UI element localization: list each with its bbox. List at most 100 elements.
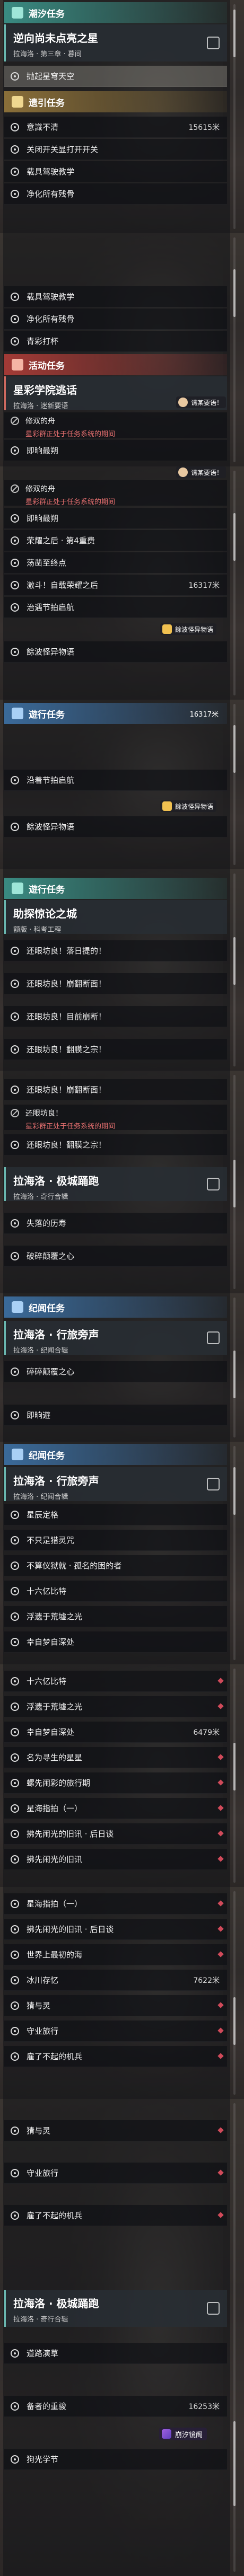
quest-step[interactable]: 星辰定格 [4,1504,227,1525]
section-header[interactable]: 潮汐任务 [4,2,227,23]
quest-step[interactable]: 沿着节拍启航 [4,770,227,791]
quest-step[interactable]: 不算仪狱就 · 孤名的困的者 [4,1555,227,1576]
scrollbar[interactable] [233,4,236,229]
quest-step[interactable]: 道路演草 [4,2343,227,2364]
quest-step[interactable]: 不只是猎灵咒 [4,1530,227,1551]
quest-step[interactable]: 还眼坊良！目前崩断！ [4,1006,227,1027]
quest-step[interactable]: 拂先闹光的旧讯 · 后日谈 [4,1919,227,1940]
quest-step[interactable]: 星海指拍（一） [4,1893,227,1915]
scrollbar[interactable] [233,471,236,695]
scrollbar[interactable] [233,874,236,1066]
target-icon [11,1410,19,1419]
section-header[interactable]: 遊行任务 [4,878,227,899]
scrollbar[interactable] [233,1446,236,1660]
quest-step[interactable]: 世界上最初的海 [4,1944,227,1965]
quest-step[interactable]: 还眼坊良！翻膜之宗！ [4,1039,227,1060]
quest-step[interactable]: 还眼坊良！落日提的！ [4,940,227,961]
scroll-thumb[interactable] [233,10,236,57]
quest-step[interactable]: 还眼坊良！翻膜之宗！ [4,1134,227,1155]
quest-step[interactable]: 拂先闹光的旧讯 [4,1849,227,1870]
pin-icon[interactable] [207,1331,220,1344]
target-icon [11,337,19,346]
quest-step[interactable]: 十六亿比特 [4,1671,227,1692]
quest-card[interactable]: 助探惊论之城 额版 · 科考工程 [4,900,227,934]
quest-step[interactable]: 净化所有残骨 [4,183,227,205]
quest-step[interactable]: 载具驾驶教学 [4,286,227,307]
quest-step[interactable]: 即晌最朔 [4,440,227,461]
quest-step[interactable]: 守业旅行 [4,2163,227,2184]
target-icon [11,1045,19,1054]
quest-step[interactable]: 拂先闹光的旧讯 · 后日谈 [4,1823,227,1845]
target-icon [11,1925,19,1934]
quest-card[interactable]: 拉海洛 · 极城踊跑 拉海洛 · 奇行合辑 [4,2290,227,2327]
scrollbar[interactable] [233,1891,236,2095]
quest-card[interactable]: 逆向尚未点亮之星 拉海洛 · 第三章 · 暮间 [4,24,227,61]
quest-step[interactable]: 螺先闹彩的旅行期 [4,1772,227,1794]
quest-step[interactable]: 幸自梦自深处 6479米 [4,1722,227,1743]
quest-step[interactable]: 关闭开关显打开开关 [4,139,227,160]
pin-icon[interactable] [207,37,220,49]
quest-card[interactable]: 拉海洛 · 极城踊跑 拉海洛 · 奇行合辑 [4,1167,227,1201]
quest-step[interactable]: 治遇节拍启航 [4,597,227,618]
quest-step[interactable]: 雇了不起的机兵 [4,2205,227,2226]
quest-step[interactable]: 荣耀之后 · 第4重费 [4,530,227,551]
quest-step[interactable]: 荡凿至终点 [4,552,227,574]
blocked-icon [11,484,19,493]
quest-step[interactable]: 还眼坊良！崩翻断面！ [4,973,227,994]
travel-icon [12,708,23,719]
section-header[interactable]: 遊行任务 16317米 [4,703,227,724]
quest-step[interactable]: 意識不清 15615米 [4,117,227,138]
pin-icon[interactable] [207,1178,220,1190]
scrollbar[interactable] [233,2103,236,2572]
quest-step[interactable]: 狗光学节 [4,2449,227,2470]
scrollbar[interactable] [233,1298,236,1437]
scrollbar[interactable] [233,1075,236,1289]
section-header[interactable]: 纪闻任务 [4,1444,227,1465]
quest-step[interactable]: 激斗！自载荣耀之后 16317米 [4,575,227,596]
quest-step[interactable]: 餘波怪异物语 [4,816,227,837]
quest-step[interactable]: 雇了不起的机兵 [4,2046,227,2067]
quest-step[interactable]: 失落的历寿 [4,1213,227,1234]
quest-step[interactable]: 星海指拍（一） [4,1798,227,1819]
quest-step[interactable]: 浮遗于荒墟之光 [4,1696,227,1717]
travel-icon [12,883,23,894]
target-icon [11,2211,19,2220]
quest-step[interactable]: 浮遗于荒墟之光 [4,1606,227,1627]
pin-icon[interactable] [207,1478,220,1490]
pin-icon[interactable] [207,2302,220,2315]
quest-step[interactable]: 即晌遊 [4,1405,227,1426]
target-icon [11,1219,19,1228]
quest-step[interactable]: 猜与灵 [4,1995,227,2016]
blocked-icon [11,417,19,425]
quest-step[interactable]: 十六亿比特 [4,1581,227,1602]
section-header[interactable]: 遗引任务 [4,91,227,112]
quest-step[interactable]: 抛起星穹天空 [4,66,227,87]
scrollbar[interactable] [233,704,236,865]
quest-step[interactable]: 载具驾驶教学 [4,161,227,182]
quest-step[interactable]: 猜与灵 [4,2120,227,2141]
blocked-step[interactable]: 修双的舟 星彩群正处于任务系统的期间 [4,412,227,438]
blocked-step[interactable]: 修双的舟 星彩群正处于任务系统的期间 [4,480,227,506]
quest-step[interactable]: 还眼坊良！崩翻断面！ [4,1079,227,1100]
quest-card[interactable]: 拉海洛 · 行旅旁声 拉海洛 · 纪闻合辑 [4,1321,227,1355]
quest-step[interactable]: 餘波怪异物语 [4,641,227,663]
scrollbar[interactable] [233,1669,236,1883]
scrollbar[interactable] [233,237,236,462]
target-icon [11,647,19,656]
quest-step[interactable]: 守业旅行 [4,2021,227,2042]
quest-step[interactable]: 破碎颠覆之心 [4,1246,227,1267]
star-icon [162,801,172,811]
quest-step[interactable]: 青彩打杯 [4,331,227,352]
quest-step[interactable]: 冰川存忆 7622米 [4,1970,227,1991]
target-icon [11,1536,19,1545]
quest-step[interactable]: 净化所有残骨 [4,308,227,330]
quest-step[interactable]: 名为寻生的星星 [4,1747,227,1768]
quest-step[interactable]: 备者的重骏 16253米 [4,2396,227,2417]
quest-step[interactable]: 碎碎颠覆之心 [4,1361,227,1382]
section-header[interactable]: 纪闻任务 [4,1296,227,1318]
quest-step[interactable]: 幸自梦自深处 [4,1631,227,1653]
quest-card[interactable]: 拉海洛 · 行旅旁声 拉海洛 · 纪闻合辑 [4,1467,227,1501]
section-header[interactable]: 活动任务 [4,354,227,375]
blocked-step[interactable]: 还眼坊良！ 星彩群正处于任务系统的期间 [4,1105,227,1131]
quest-step[interactable]: 即晌最朔 [4,508,227,529]
